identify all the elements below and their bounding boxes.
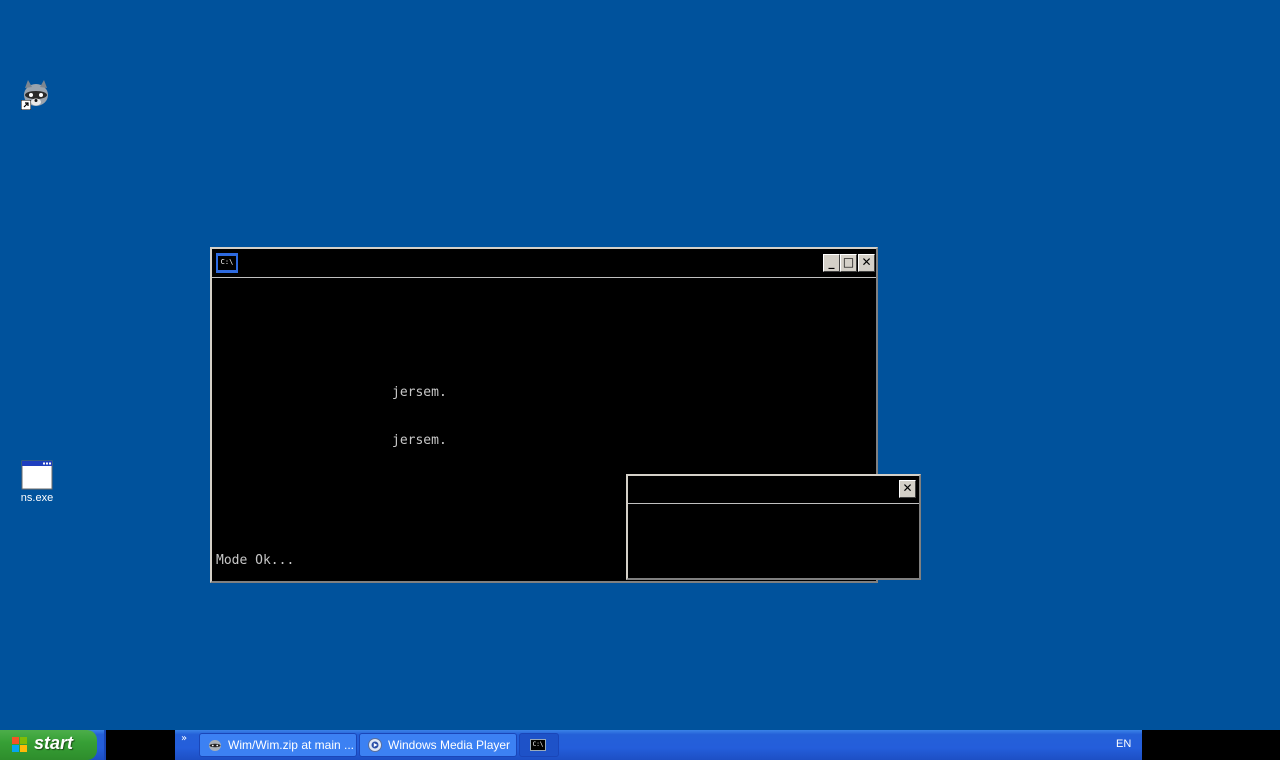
maximize-button[interactable]: □ bbox=[840, 254, 857, 272]
quick-launch-area bbox=[104, 730, 175, 760]
taskbar-button-label: Windows Media Player bbox=[388, 738, 511, 752]
start-button[interactable]: start bbox=[0, 730, 97, 760]
popup-close-button[interactable]: ✕ bbox=[899, 480, 916, 498]
cmd-icon-text: C:\ bbox=[532, 741, 544, 748]
start-label: start bbox=[34, 733, 74, 753]
desktop-icon-ns-exe[interactable]: ns.exe bbox=[7, 460, 67, 504]
minimize-button[interactable]: _ bbox=[823, 254, 840, 272]
desktop-icon-label: ns.exe bbox=[20, 492, 54, 504]
cmd-icon: C:\ bbox=[530, 739, 546, 751]
taskbar-button-wim-zip[interactable]: Wim/Wim.zip at main ... bbox=[199, 733, 357, 757]
language-indicator[interactable]: EN bbox=[1116, 738, 1131, 750]
console-titlebar[interactable]: C:\ _ □ ✕ bbox=[212, 249, 876, 278]
console-status-line: Mode Ok... bbox=[216, 553, 295, 568]
popup-titlebar[interactable]: ✕ bbox=[628, 476, 919, 504]
close-button[interactable]: ✕ bbox=[858, 254, 875, 272]
raccoon-icon bbox=[209, 740, 221, 751]
console-line: jersem. bbox=[392, 385, 447, 400]
quick-launch-chevron[interactable]: » bbox=[181, 733, 187, 744]
console-line: jersem. bbox=[392, 433, 447, 448]
windows-logo-icon bbox=[12, 737, 29, 753]
application-window-icon bbox=[21, 460, 53, 490]
desktop-icon-raccoon-shortcut[interactable] bbox=[6, 78, 66, 112]
taskbar: start » Wim/Wim.zip at main ... Windows … bbox=[0, 730, 1280, 760]
media-player-icon bbox=[368, 738, 382, 752]
cmd-icon[interactable]: C:\ bbox=[216, 253, 238, 273]
taskbar-button-console[interactable]: C:\ bbox=[519, 733, 559, 757]
shortcut-arrow-icon bbox=[21, 100, 31, 110]
taskbar-button-label: Wim/Wim.zip at main ... bbox=[228, 738, 355, 752]
popup-window[interactable]: ✕ bbox=[626, 474, 921, 580]
taskbar-button-windows-media-player[interactable]: Windows Media Player bbox=[359, 733, 517, 757]
cmd-icon-text: C:\ bbox=[218, 256, 236, 270]
system-tray-area bbox=[1142, 730, 1280, 760]
